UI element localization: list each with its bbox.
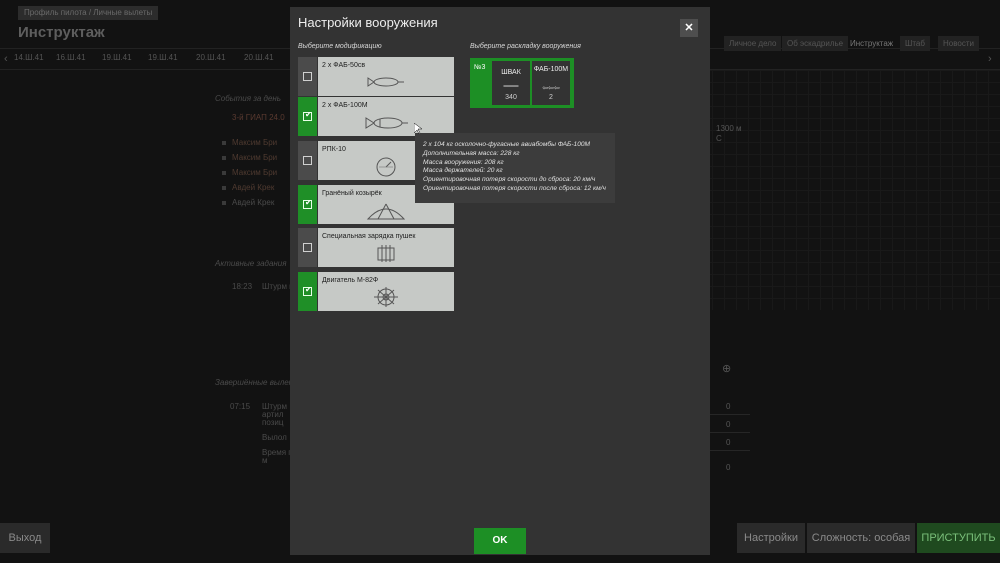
modification-item[interactable]: ✔ 2 х ФАБ-100М [298, 97, 454, 136]
modification-label: Специальная зарядка пушек [322, 233, 416, 240]
engine-icon [374, 287, 398, 307]
loadout-slot: ФАБ-100М ⇦⇦⇦ 2 [532, 61, 570, 105]
stat-value: 0 [726, 463, 731, 472]
day-item[interactable]: 14.Ш.41 [14, 53, 44, 62]
tab-news[interactable]: Новости [938, 36, 979, 51]
canopy-icon [366, 203, 406, 220]
close-icon: ✕ [684, 22, 694, 34]
stat-value: 0 [726, 420, 731, 429]
modification-item[interactable]: Специальная зарядка пушек [298, 228, 454, 267]
chevron-left-icon[interactable]: ‹ [4, 53, 8, 65]
globe-icon: ⊕ [722, 363, 732, 375]
modification-label: Гранёный козырёк [322, 190, 382, 197]
modification-label: Двигатель М-82Ф [322, 277, 379, 284]
close-button[interactable]: ✕ [680, 19, 698, 37]
completed-line: Вылол [262, 433, 287, 442]
event-line: Максим Бри [232, 168, 278, 177]
event-line: Авдей Крек [232, 198, 275, 207]
bomb-icon [365, 117, 408, 129]
check-icon: ✔ [305, 198, 312, 207]
modification-label: 2 х ФАБ-50св [322, 62, 366, 69]
events-heading: События за день [215, 94, 282, 103]
event-line: Максим Бри [232, 138, 278, 147]
tab-briefing[interactable]: Инструктаж [845, 36, 898, 51]
tooltip-line: Дополнительная масса: 228 кг [423, 149, 520, 157]
completed-line: м [262, 456, 268, 465]
cannon-icon: ═══ [503, 83, 519, 90]
bomb-icon: ⇦⇦⇦ [542, 85, 560, 92]
event-line: Авдей Крек [232, 183, 275, 192]
dialog-title: Настройки вооружения [298, 15, 438, 30]
modification-label: РПК-10 [322, 146, 346, 153]
tab-personal[interactable]: Личное дело [724, 36, 782, 51]
modification-checkbox[interactable]: ✔ [298, 97, 317, 136]
day-item[interactable]: 19.Ш.41 [148, 53, 178, 62]
day-item[interactable]: 16.Ш.41 [56, 53, 86, 62]
tooltip-line: Ориентировочная потеря скорости до сброс… [423, 176, 596, 184]
breadcrumb[interactable]: Профиль пилота / Личные вылеты [18, 6, 159, 20]
page-title: Инструктаж [18, 24, 105, 41]
loadout-heading: Выберите раскладку вооружения [470, 43, 581, 50]
ammo-belt-icon [377, 245, 395, 262]
event-line: 3-й ГИАП 24.0 [232, 113, 285, 122]
weapon-settings-dialog: Настройки вооружения ✕ Выберите модифика… [290, 7, 710, 555]
direction-text: С [716, 134, 722, 143]
modification-checkbox[interactable] [298, 228, 317, 267]
modification-checkbox[interactable] [298, 141, 317, 180]
slot-count: 2 [549, 94, 553, 101]
modification-tooltip: 2 х 104 кг осколочно-фугасные авиабомбы … [415, 133, 615, 203]
completed-heading: Завершённые вылет [215, 378, 296, 387]
tab-hq[interactable]: Штаб [900, 36, 930, 51]
radio-compass-icon [376, 157, 396, 177]
slot-name: ШВАК [501, 69, 521, 76]
tooltip-line: Ориентировочная потеря скорости после сб… [423, 184, 606, 192]
modifications-heading: Выберите модификацию [298, 43, 382, 50]
day-item[interactable]: 19.Ш.41 [102, 53, 132, 62]
stat-value: 0 [726, 402, 731, 411]
check-icon: ✔ [305, 110, 312, 119]
slot-name: ФАБ-100М [533, 66, 569, 73]
event-line: Максим Бри [232, 153, 278, 162]
ok-button[interactable]: OK [474, 528, 526, 554]
loadout-number: №3 [474, 64, 486, 71]
tooltip-line: 2 х 104 кг осколочно-фугасные авиабомбы … [423, 141, 591, 148]
loadout-option[interactable]: №3 ШВАК ═══ 340 ФАБ-100М ⇦⇦⇦ 2 [470, 58, 574, 108]
check-icon: ✔ [305, 285, 312, 294]
mouse-cursor-icon [414, 123, 422, 135]
tab-squadron[interactable]: Об эскадрилье [782, 36, 849, 51]
modification-checkbox[interactable] [298, 57, 317, 96]
completed-time: 07:15 [230, 402, 251, 411]
background-map-grid [700, 70, 1000, 310]
completed-line: позиц [262, 418, 284, 427]
difficulty-button[interactable]: Сложность: особая [807, 523, 915, 553]
altitude-text: 1300 м [716, 124, 742, 133]
slot-count: 340 [505, 94, 517, 101]
loadout-slot: ШВАК ═══ 340 [492, 61, 530, 105]
start-button[interactable]: ПРИСТУПИТЬ [917, 523, 1000, 553]
modification-checkbox[interactable]: ✔ [298, 185, 317, 224]
chevron-right-icon[interactable]: › [988, 53, 992, 65]
stat-value: 0 [726, 438, 731, 447]
modification-checkbox[interactable]: ✔ [298, 272, 317, 311]
day-item[interactable]: 20.Ш.41 [244, 53, 274, 62]
settings-button[interactable]: Настройки [737, 523, 805, 553]
day-item[interactable]: 20.Ш.41 [196, 53, 226, 62]
modification-item[interactable]: ✔ Двигатель М-82Ф [298, 272, 454, 311]
small-bomb-icon [367, 77, 404, 87]
task-time: 18:23 [232, 282, 253, 291]
modification-item[interactable]: 2 х ФАБ-50св [298, 57, 454, 96]
active-tasks-heading: Активные задания [215, 259, 287, 268]
modification-label: 2 х ФАБ-100М [322, 102, 368, 109]
tooltip-line: Масса держателей: 20 кг [423, 167, 503, 175]
exit-button[interactable]: Выход [0, 523, 50, 553]
